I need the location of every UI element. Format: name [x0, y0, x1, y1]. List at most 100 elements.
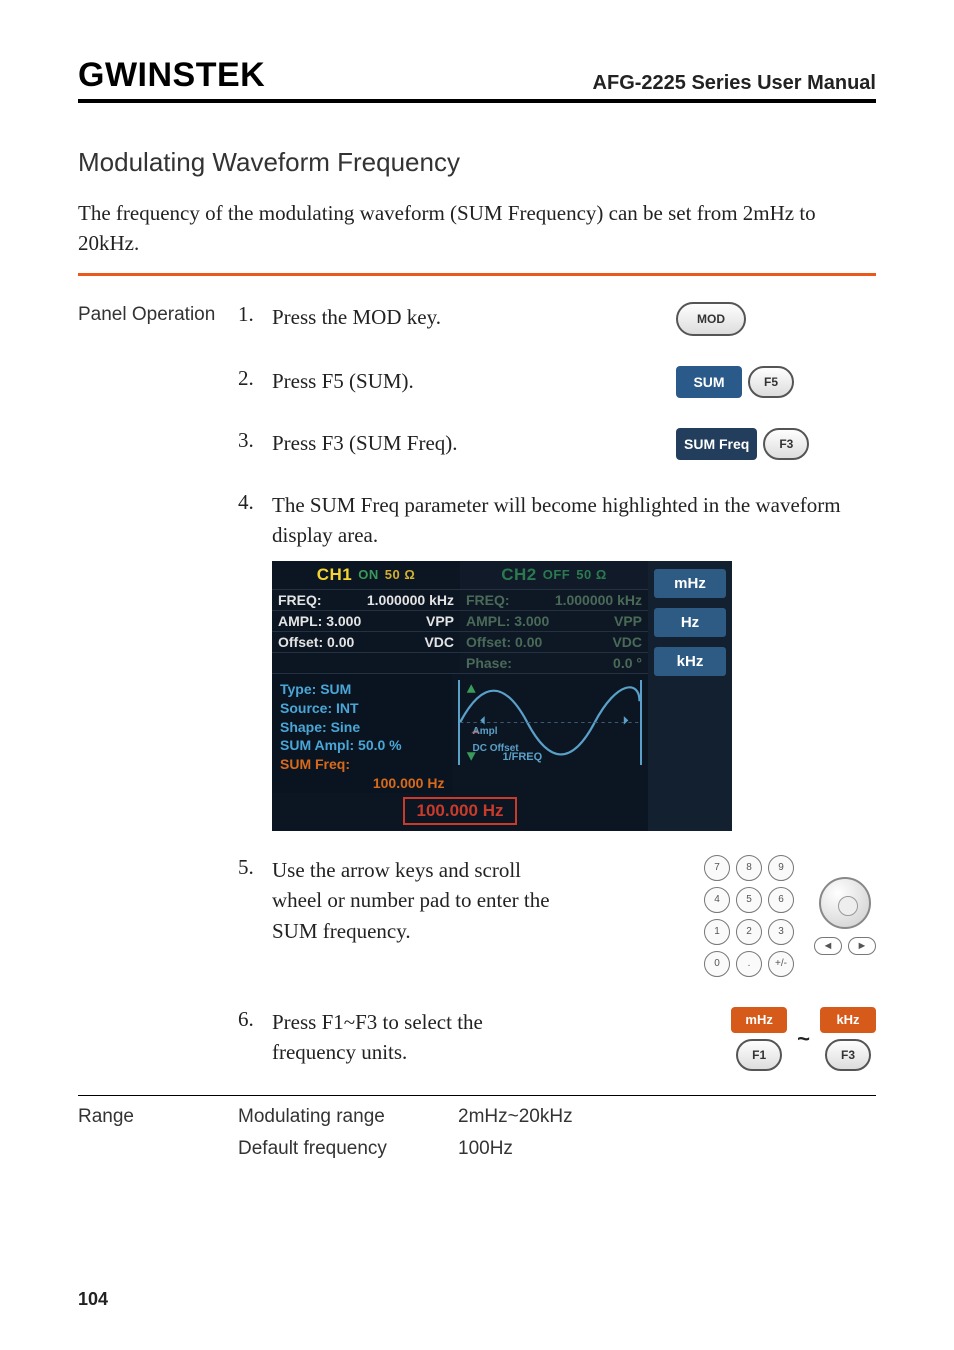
mod-shape: Shape: Sine	[280, 718, 444, 737]
ch2-state: OFF	[543, 567, 571, 582]
waveform-preview: Ampl DC Offset 1/FREQ	[452, 674, 648, 793]
modulating-range-value: 2mHz~20kHz	[458, 1106, 876, 1128]
key-7[interactable]: 7	[704, 855, 730, 881]
step-text: The SUM Freq parameter will become highl…	[272, 490, 876, 551]
key-6[interactable]: 6	[768, 887, 794, 913]
mod-sum-freq-value: 100.000 Hz	[280, 774, 444, 793]
mod-source: Source: INT	[280, 699, 444, 718]
tilde-icon: ~	[793, 1026, 814, 1052]
step-text: Use the arrow keys and scroll wheel or n…	[272, 855, 572, 946]
ch2-offset: Offset: 0.00 VDC	[460, 631, 648, 652]
label: Phase:	[466, 655, 512, 671]
ch2-tab: CH2 OFF 50 Ω	[460, 561, 648, 589]
sum-freq-value-box: 100.000 Hz	[403, 797, 518, 825]
softkey-khz[interactable]: kHz	[654, 647, 726, 676]
step-text: Press F3 (SUM Freq).	[272, 428, 676, 458]
step-text: Press the MOD key.	[272, 302, 676, 332]
f3-key[interactable]: F3	[825, 1039, 871, 1071]
f3-key[interactable]: F3	[763, 428, 809, 460]
label: Offset:	[278, 634, 323, 650]
key-dot[interactable]: .	[736, 951, 762, 977]
step-number: 4.	[238, 490, 272, 515]
softkey-khz[interactable]: kHz	[820, 1007, 876, 1033]
ch2-ampl: AMPL: 3.000 VPP	[460, 610, 648, 631]
section-intro: The frequency of the modulating waveform…	[78, 198, 876, 259]
ch1-state: ON	[358, 567, 379, 582]
key-9[interactable]: 9	[768, 855, 794, 881]
softkey-sidebar: mHz Hz kHz	[648, 561, 732, 831]
step-number: 6.	[238, 1007, 272, 1032]
key-2[interactable]: 2	[736, 919, 762, 945]
wave-freq-label: 1/FREQ	[502, 751, 542, 763]
panel-operation-label: Panel Operation	[78, 302, 238, 326]
ch1-ampl: AMPL: 3.000 VPP	[272, 610, 460, 631]
arrow-right-button[interactable]: ►	[848, 937, 876, 955]
ch2-freq: FREQ: 1.000000 kHz	[460, 589, 648, 610]
f1-key[interactable]: F1	[736, 1039, 782, 1071]
page-header: GWINSTEK AFG-2225 Series User Manual	[78, 56, 876, 103]
mod-type: Type: SUM	[280, 680, 444, 699]
ch1-impedance: 50 Ω	[385, 567, 416, 582]
modulating-range-label: Modulating range	[238, 1106, 458, 1128]
softkey-hz[interactable]: Hz	[654, 608, 726, 637]
label: Offset:	[466, 634, 511, 650]
doc-title: AFG-2225 Series User Manual	[593, 72, 876, 95]
value: 3.000	[514, 613, 549, 629]
mod-sum-ampl: SUM Ampl: 50.0 %	[280, 736, 444, 755]
f5-key[interactable]: F5	[748, 366, 794, 398]
key-0[interactable]: 0	[704, 951, 730, 977]
key-1[interactable]: 1	[704, 919, 730, 945]
mod-key[interactable]: MOD	[676, 302, 746, 336]
key-sign[interactable]: +/-	[768, 951, 794, 977]
modulation-params: Type: SUM Source: INT Shape: Sine SUM Am…	[272, 674, 452, 793]
ch2-phase: Phase: 0.0 °	[460, 652, 648, 673]
arrow-left-button[interactable]: ◄	[814, 937, 842, 955]
key-8[interactable]: 8	[736, 855, 762, 881]
step-number: 1.	[238, 302, 272, 327]
divider	[78, 1095, 876, 1096]
ch1-freq: FREQ: 1.000000 kHz	[272, 589, 460, 610]
accent-rule	[78, 273, 876, 276]
unit: VPP	[426, 613, 454, 629]
brand-logo: GWINSTEK	[78, 56, 265, 95]
unit: VPP	[614, 613, 642, 629]
step-text: Press F5 (SUM).	[272, 366, 676, 396]
label: AMPL:	[466, 613, 510, 629]
ch1-tab: CH1 ON 50 Ω	[272, 561, 460, 589]
wave-ampl-label: Ampl	[472, 726, 497, 737]
value: 1.000000 kHz	[367, 592, 454, 608]
key-5[interactable]: 5	[736, 887, 762, 913]
ch2-name: CH2	[501, 565, 537, 585]
softkey-mhz[interactable]: mHz	[654, 569, 726, 598]
softkey-mhz[interactable]: mHz	[731, 1007, 787, 1033]
mod-sum-freq-label: SUM Freq:	[280, 755, 444, 774]
scroll-wheel[interactable]	[819, 877, 871, 929]
section-title: Modulating Waveform Frequency	[78, 147, 876, 178]
label: FREQ:	[466, 592, 510, 608]
label: FREQ:	[278, 592, 322, 608]
step-number: 5.	[238, 855, 272, 880]
key-3[interactable]: 3	[768, 919, 794, 945]
unit: VDC	[612, 634, 642, 650]
value: 0.00	[327, 634, 354, 650]
ch2-impedance: 50 Ω	[576, 567, 607, 582]
key-4[interactable]: 4	[704, 887, 730, 913]
value: 3.000	[326, 613, 361, 629]
page-number: 104	[78, 1289, 108, 1310]
ch1-offset: Offset: 0.00 VDC	[272, 631, 460, 652]
step-number: 3.	[238, 428, 272, 453]
value: 0.0 °	[613, 655, 642, 671]
step-text: Press F1~F3 to select the frequency unit…	[272, 1007, 542, 1068]
label: AMPL:	[278, 613, 322, 629]
value: 0.00	[515, 634, 542, 650]
default-frequency-label: Default frequency	[238, 1138, 458, 1160]
range-heading: Range	[78, 1106, 238, 1170]
unit: VDC	[424, 634, 454, 650]
ch1-blank	[272, 652, 460, 673]
softkey-sum[interactable]: SUM	[676, 366, 742, 398]
softkey-sum-freq[interactable]: SUM Freq	[676, 428, 757, 460]
ch1-name: CH1	[317, 565, 353, 585]
device-screen: CH1 ON 50 Ω CH2 OFF 50 Ω FREQ:	[272, 561, 732, 831]
value: 1.000000 kHz	[555, 592, 642, 608]
number-pad[interactable]: 7 8 9 4 5 6 1 2 3 0 . +/-	[704, 855, 794, 977]
